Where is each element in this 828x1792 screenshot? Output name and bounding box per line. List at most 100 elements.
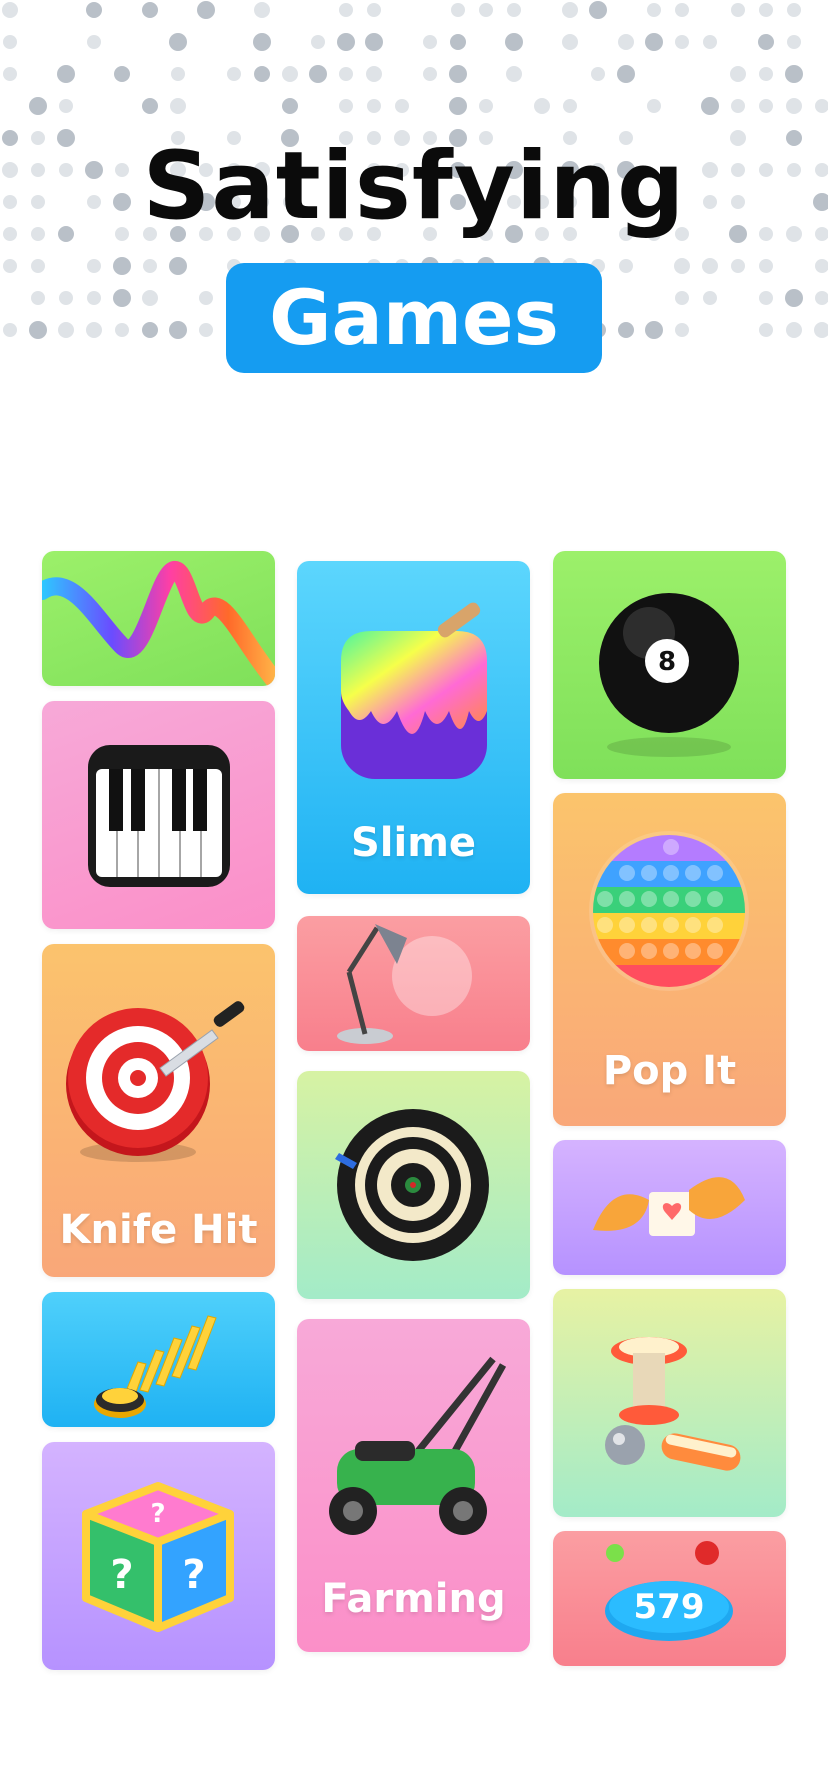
decorative-dot <box>169 257 187 275</box>
decorative-dot <box>2 2 18 18</box>
pop-bubble <box>641 865 657 881</box>
decorative-dot <box>534 98 550 114</box>
game-card-label: Pop It <box>602 1048 737 1094</box>
game-card-farming[interactable]: Farming <box>297 1319 530 1652</box>
decorative-dot <box>423 67 437 81</box>
game-card-ribbon[interactable] <box>42 551 275 686</box>
game-card-label: Knife Hit <box>59 1207 258 1253</box>
piano-icon <box>88 745 230 887</box>
decorative-dot <box>29 321 47 339</box>
game-card-pinball[interactable] <box>553 1289 786 1517</box>
eight-ball-icon: 8 <box>599 593 739 757</box>
decorative-dot <box>785 65 803 83</box>
pinball-icon <box>605 1337 741 1471</box>
pop-bubble <box>707 865 723 881</box>
decorative-dot <box>339 3 353 17</box>
decorative-dot <box>87 35 101 49</box>
games-badge: Games <box>226 263 602 373</box>
pop-bubble <box>619 865 635 881</box>
decorative-dot <box>367 99 381 113</box>
decorative-dot <box>507 3 521 17</box>
game-card-lamp[interactable] <box>297 916 530 1051</box>
game-card-eight-ball[interactable]: 8 <box>553 551 786 779</box>
pop-bubble <box>685 865 701 881</box>
pop-bubble <box>685 891 701 907</box>
game-card-mystery-box[interactable]: ? ? ? <box>42 1442 275 1670</box>
decorative-dot <box>449 65 467 83</box>
decorative-dot <box>479 99 493 113</box>
decorative-dot <box>703 291 717 305</box>
decorative-dot <box>506 66 522 82</box>
decorative-dot <box>113 289 131 307</box>
decorative-dot <box>367 3 381 17</box>
pop-bubble <box>707 891 723 907</box>
decorative-dot <box>449 97 467 115</box>
pop-bubble <box>707 943 723 959</box>
decorative-dot <box>731 99 745 113</box>
decorative-dot <box>645 321 663 339</box>
game-card-counter[interactable]: 579 <box>553 1531 786 1666</box>
decorative-dot <box>562 34 578 50</box>
pop-bubble <box>597 917 613 933</box>
app-store-screenshot: Satisfying Games Knife Hit ? ? ? Slime F… <box>0 0 828 1792</box>
decorative-dot <box>731 259 745 273</box>
decorative-dot <box>786 98 802 114</box>
decorative-dot <box>759 99 773 113</box>
game-card-fortune-cookie[interactable] <box>553 1140 786 1275</box>
game-card-slime[interactable]: Slime <box>297 561 530 894</box>
decorative-dot <box>730 66 746 82</box>
decorative-dot <box>282 98 298 114</box>
decorative-dot <box>702 258 718 274</box>
game-card-domino[interactable] <box>42 1292 275 1427</box>
decorative-dot <box>366 66 382 82</box>
decorative-dot <box>142 322 158 338</box>
decorative-dot <box>87 291 101 305</box>
decorative-dot <box>254 2 270 18</box>
decorative-dot <box>169 33 187 51</box>
decorative-dot <box>31 259 45 273</box>
decorative-dot <box>479 3 493 17</box>
game-card-darts[interactable] <box>297 1071 530 1299</box>
decorative-dot <box>675 291 689 305</box>
eight-ball-number: 8 <box>658 647 676 677</box>
headline-title: Satisfying <box>142 132 686 241</box>
decorative-dot <box>785 289 803 307</box>
decorative-dot <box>227 67 241 81</box>
decorative-dot <box>31 291 45 305</box>
decorative-dot <box>143 259 157 273</box>
decorative-dot <box>814 322 828 338</box>
pop-bubble <box>685 917 701 933</box>
decorative-dot <box>254 66 270 82</box>
decorative-dot <box>3 259 17 273</box>
decorative-dot <box>815 291 828 305</box>
decorative-dot <box>87 259 101 273</box>
decorative-dot <box>339 67 353 81</box>
decorative-dot <box>815 99 828 113</box>
game-card-label: Farming <box>321 1576 506 1622</box>
decorative-dot <box>563 99 577 113</box>
decorative-dot <box>365 33 383 51</box>
decorative-dot <box>86 322 102 338</box>
decorative-dot <box>282 66 298 82</box>
game-card-piano[interactable] <box>42 701 275 929</box>
decorative-dot <box>171 67 185 81</box>
pop-bubble <box>641 891 657 907</box>
game-card-knife-hit[interactable]: Knife Hit <box>42 944 275 1277</box>
decorative-dot <box>701 97 719 115</box>
pop-bubble <box>641 943 657 959</box>
pop-bubble <box>663 917 679 933</box>
pop-bubble <box>663 865 679 881</box>
pop-bubble <box>663 891 679 907</box>
decorative-dot <box>170 98 186 114</box>
decorative-dot <box>142 2 158 18</box>
decorative-dot <box>759 291 773 305</box>
decorative-dot <box>311 35 325 49</box>
decorative-dot <box>57 65 75 83</box>
game-card-label: Slime <box>350 820 477 866</box>
game-card-pop-it[interactable]: Pop It <box>553 793 786 1126</box>
decorative-dot <box>59 99 73 113</box>
decorative-dot <box>675 323 689 337</box>
pop-bubble <box>663 943 679 959</box>
decorative-dot <box>199 323 213 337</box>
pop-bubble <box>619 943 635 959</box>
